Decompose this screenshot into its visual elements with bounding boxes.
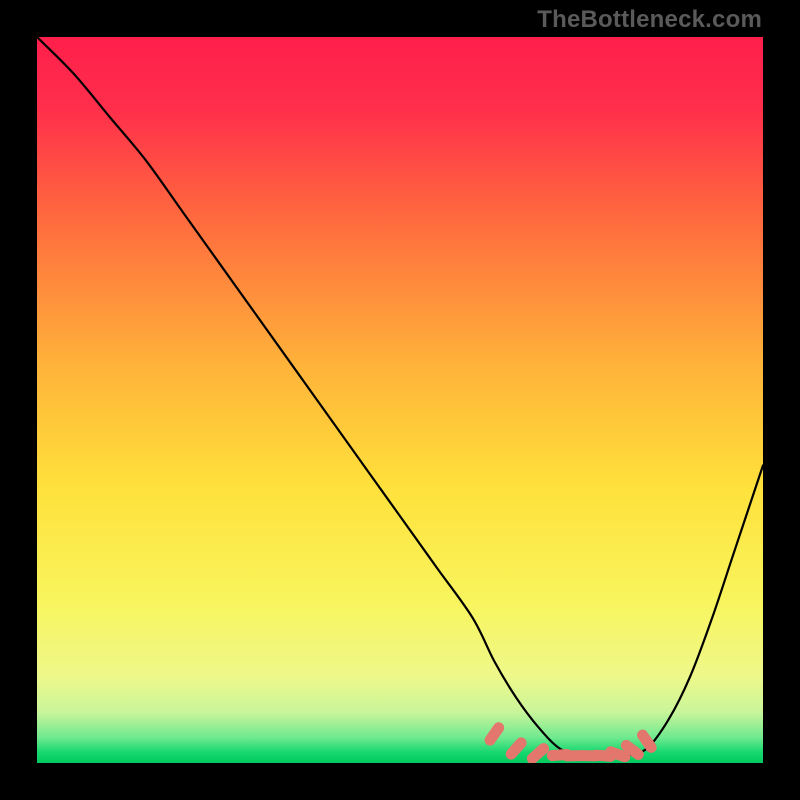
valley-markers [482,720,658,763]
curve-layer [37,37,763,763]
valley-marker [503,735,529,762]
chart-frame: TheBottleneck.com [0,0,800,800]
valley-marker [525,741,552,763]
bottleneck-curve [37,37,763,756]
watermark-text: TheBottleneck.com [537,6,762,34]
valley-marker [482,720,506,748]
plot-area [37,37,763,763]
